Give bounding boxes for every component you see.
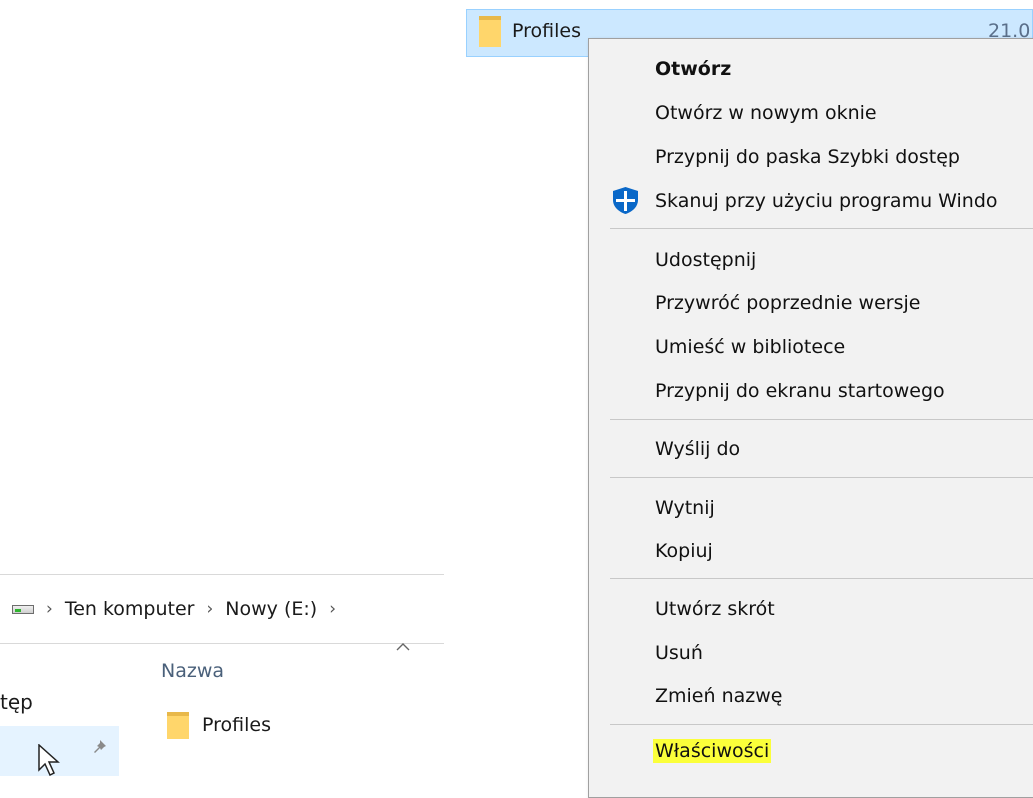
windows-defender-icon	[613, 187, 638, 214]
breadcrumb-item-nowy-e[interactable]: Nowy (E:)	[225, 598, 317, 620]
menu-item-share[interactable]: Udostępnij	[655, 249, 756, 271]
menu-item-send-to[interactable]: Wyślij do	[655, 438, 740, 460]
menu-item-restore-versions[interactable]: Przywróć poprzednie wersje	[655, 292, 920, 314]
menu-item-scan-defender[interactable]: Skanuj przy użyciu programu Windo	[655, 190, 998, 212]
menu-item-include-library[interactable]: Umieść w bibliotece	[655, 336, 845, 358]
menu-separator	[610, 228, 1033, 229]
chevron-right-icon[interactable]: ›	[46, 599, 53, 619]
menu-item-copy[interactable]: Kopiuj	[655, 540, 713, 562]
menu-item-cut[interactable]: Wytnij	[655, 497, 715, 519]
menu-item-rename[interactable]: Zmień nazwę	[655, 685, 782, 707]
menu-item-open[interactable]: Otwórz	[655, 58, 731, 80]
menu-item-properties-label: Właściwości	[653, 739, 772, 763]
chevron-right-icon[interactable]: ›	[329, 599, 336, 619]
menu-item-open-new-window[interactable]: Otwórz w nowym oknie	[655, 102, 877, 124]
menu-separator	[610, 477, 1033, 478]
file-name: Profiles	[202, 714, 271, 736]
drive-icon	[12, 604, 34, 614]
pin-icon[interactable]	[92, 738, 112, 758]
menu-separator	[610, 724, 1033, 725]
address-bar[interactable]: › Ten komputer › Nowy (E:) ›	[0, 574, 444, 644]
breadcrumb-item-ten-komputer[interactable]: Ten komputer	[65, 598, 195, 620]
menu-separator	[610, 419, 1033, 420]
menu-item-create-shortcut[interactable]: Utwórz skrót	[655, 598, 775, 620]
sidebar-item-label[interactable]: tęp	[0, 690, 33, 714]
column-header-name[interactable]: Nazwa	[161, 660, 224, 682]
menu-item-properties[interactable]: Właściwości	[653, 739, 772, 763]
sort-up-icon[interactable]	[396, 642, 410, 652]
list-item[interactable]: Profiles	[166, 710, 271, 740]
chevron-right-icon[interactable]: ›	[206, 599, 213, 619]
menu-item-pin-start[interactable]: Przypnij do ekranu startowego	[655, 380, 945, 402]
folder-icon	[167, 712, 189, 739]
menu-separator	[610, 578, 1033, 579]
folder-icon	[479, 16, 501, 47]
menu-item-pin-quick-access[interactable]: Przypnij do paska Szybki dostęp	[655, 146, 960, 168]
menu-item-delete[interactable]: Usuń	[655, 642, 703, 664]
selected-file-name: Profiles	[512, 20, 581, 42]
mouse-cursor-icon	[38, 744, 60, 776]
